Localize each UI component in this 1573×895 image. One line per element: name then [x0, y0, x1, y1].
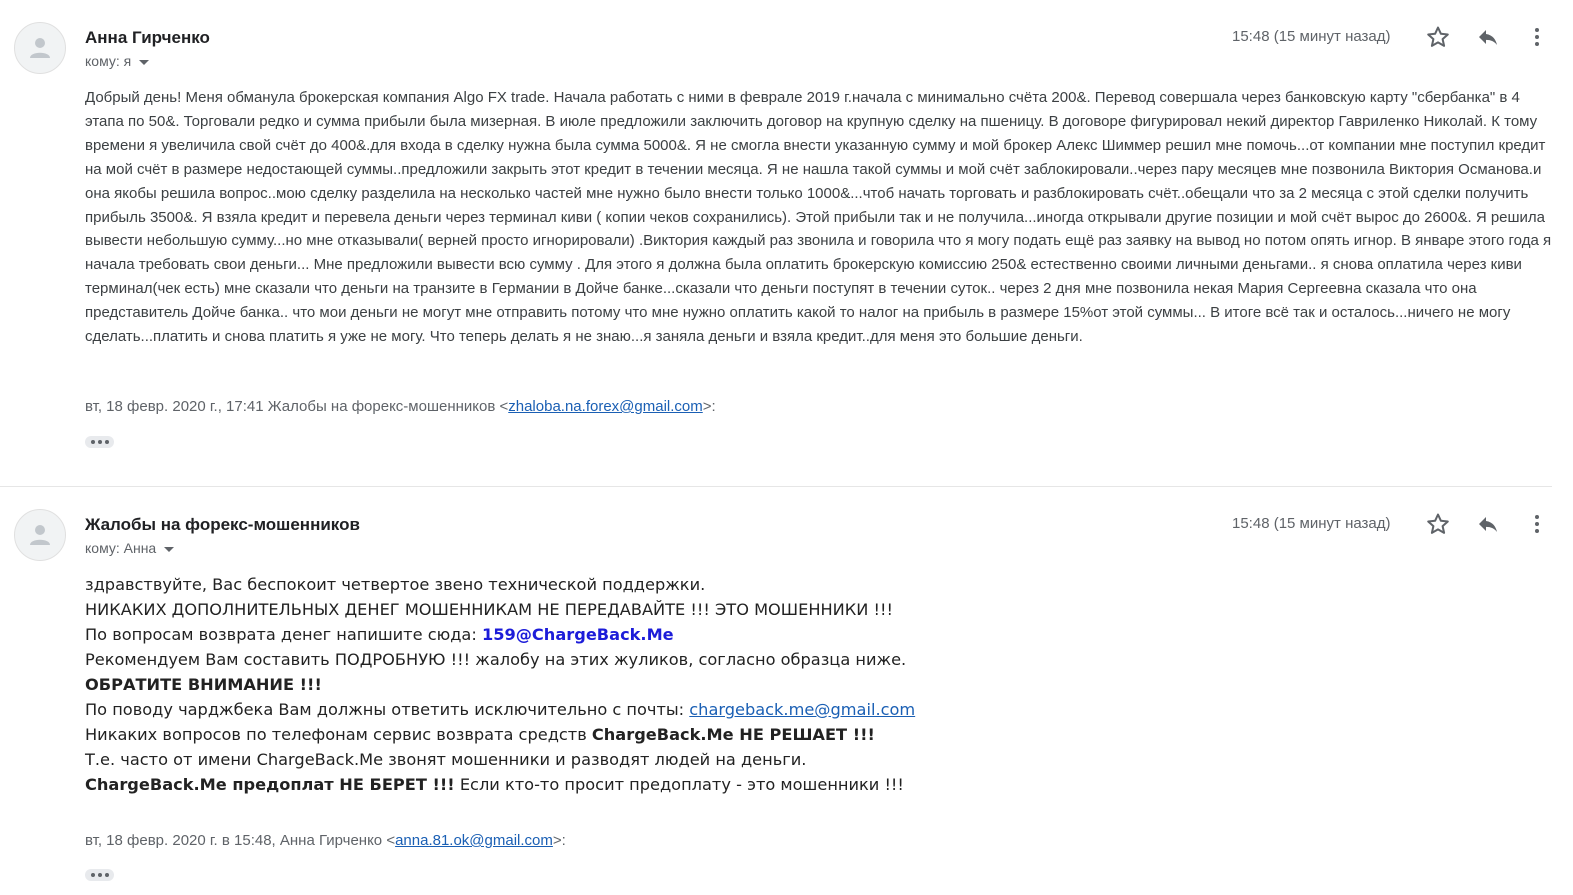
more-vert-icon	[1535, 515, 1539, 533]
body-line: НИКАКИХ ДОПОЛНИТЕЛЬНЫХ ДЕНЕГ МОШЕННИКАМ …	[85, 600, 893, 619]
body-line-warning: ОБРАТИТЕ ВНИМАНИЕ !!!	[85, 675, 322, 694]
dot	[90, 440, 95, 444]
dot	[90, 873, 95, 877]
quote-header: вт, 18 февр. 2020 г., 17:41 Жалобы на фо…	[85, 398, 716, 415]
dot	[104, 873, 109, 877]
body-line: По поводу чарджбека Вам должны ответить …	[85, 697, 1485, 722]
quote-email-link[interactable]: zhaloba.na.forex@gmail.com	[508, 398, 703, 415]
reply-icon	[1479, 517, 1497, 532]
message-body: Добрый день! Меня обманула брокерская ко…	[85, 89, 1552, 346]
body-text: По вопросам возврата денег напишите сюда…	[85, 625, 482, 644]
body-line: По вопросам возврата денег напишите сюда…	[85, 622, 1485, 647]
quote-header: вт, 18 февр. 2020 г. в 15:48, Анна Гирче…	[85, 832, 566, 849]
dot	[97, 440, 102, 444]
chevron-down-icon[interactable]	[164, 546, 175, 552]
email-message-1: Анна Гирченко кому: я 15:48 (15 минут на…	[0, 0, 1573, 486]
person-icon	[30, 38, 50, 58]
body-line: ChargeBack.Me предоплат НЕ БЕРЕТ !!! Есл…	[85, 772, 1485, 797]
dot	[97, 873, 102, 877]
message-time: 15:48 (15 минут назад)	[1232, 28, 1391, 45]
reply-button[interactable]	[1474, 510, 1502, 538]
more-options-button[interactable]	[1523, 510, 1551, 538]
body-text: Если кто-то просит предоплату - это моше…	[454, 775, 904, 794]
message-body: здравствуйте, Вас беспокоит четвертое зв…	[85, 572, 1485, 797]
star-button[interactable]	[1424, 23, 1452, 51]
recipient-details[interactable]: кому: я	[85, 53, 150, 69]
show-trimmed-content-button[interactable]	[85, 436, 114, 448]
contact-email[interactable]: 159@ChargeBack.Me	[482, 625, 674, 644]
more-options-button[interactable]	[1523, 23, 1551, 51]
body-line: Рекомендуем Вам составить ПОДРОБНУЮ !!! …	[85, 650, 907, 669]
show-trimmed-content-button[interactable]	[85, 869, 114, 881]
star-button[interactable]	[1424, 510, 1452, 538]
chargeback-email-link[interactable]: chargeback.me@gmail.com	[689, 700, 915, 719]
recipient-details[interactable]: кому: Анна	[85, 540, 175, 556]
body-text: По поводу чарджбека Вам должны ответить …	[85, 700, 690, 719]
body-line: здравствуйте, Вас беспокоит четвертое зв…	[85, 575, 706, 594]
quote-prefix: вт, 18 февр. 2020 г. в 15:48, Анна Гирче…	[85, 832, 396, 849]
quote-suffix: >:	[702, 398, 716, 415]
recipient-label: кому: я	[85, 53, 132, 69]
quote-email-link[interactable]: anna.81.ok@gmail.com	[395, 832, 553, 849]
sender-name[interactable]: Анна Гирченко	[85, 28, 210, 48]
quote-prefix: вт, 18 февр. 2020 г., 17:41 Жалобы на фо…	[85, 398, 509, 415]
reply-icon	[1479, 30, 1497, 45]
sender-name[interactable]: Жалобы на форекс-мошенников	[85, 515, 360, 535]
message-time: 15:48 (15 минут назад)	[1232, 515, 1391, 532]
body-line: Никаких вопросов по телефонам сервис воз…	[85, 722, 1485, 747]
dot	[104, 440, 109, 444]
body-line: Т.е. часто от имени ChargeBack.Me звонят…	[85, 750, 807, 769]
more-vert-icon	[1535, 28, 1539, 46]
body-bold-text: ChargeBack.Me НЕ РЕШАЕТ !!!	[591, 725, 875, 744]
body-bold-text: ChargeBack.Me предоплат НЕ БЕРЕТ !!!	[85, 775, 455, 794]
person-icon	[30, 525, 50, 545]
recipient-label: кому: Анна	[85, 540, 157, 556]
chevron-down-icon[interactable]	[139, 59, 150, 65]
sender-avatar[interactable]	[14, 22, 66, 74]
quote-suffix: >:	[552, 832, 566, 849]
star-icon	[1427, 26, 1449, 47]
sender-avatar[interactable]	[14, 509, 66, 561]
body-text: Никаких вопросов по телефонам сервис воз…	[85, 725, 592, 744]
email-message-2: Жалобы на форекс-мошенников кому: Анна 1…	[0, 487, 1573, 895]
reply-button[interactable]	[1474, 23, 1502, 51]
star-icon	[1427, 513, 1449, 534]
